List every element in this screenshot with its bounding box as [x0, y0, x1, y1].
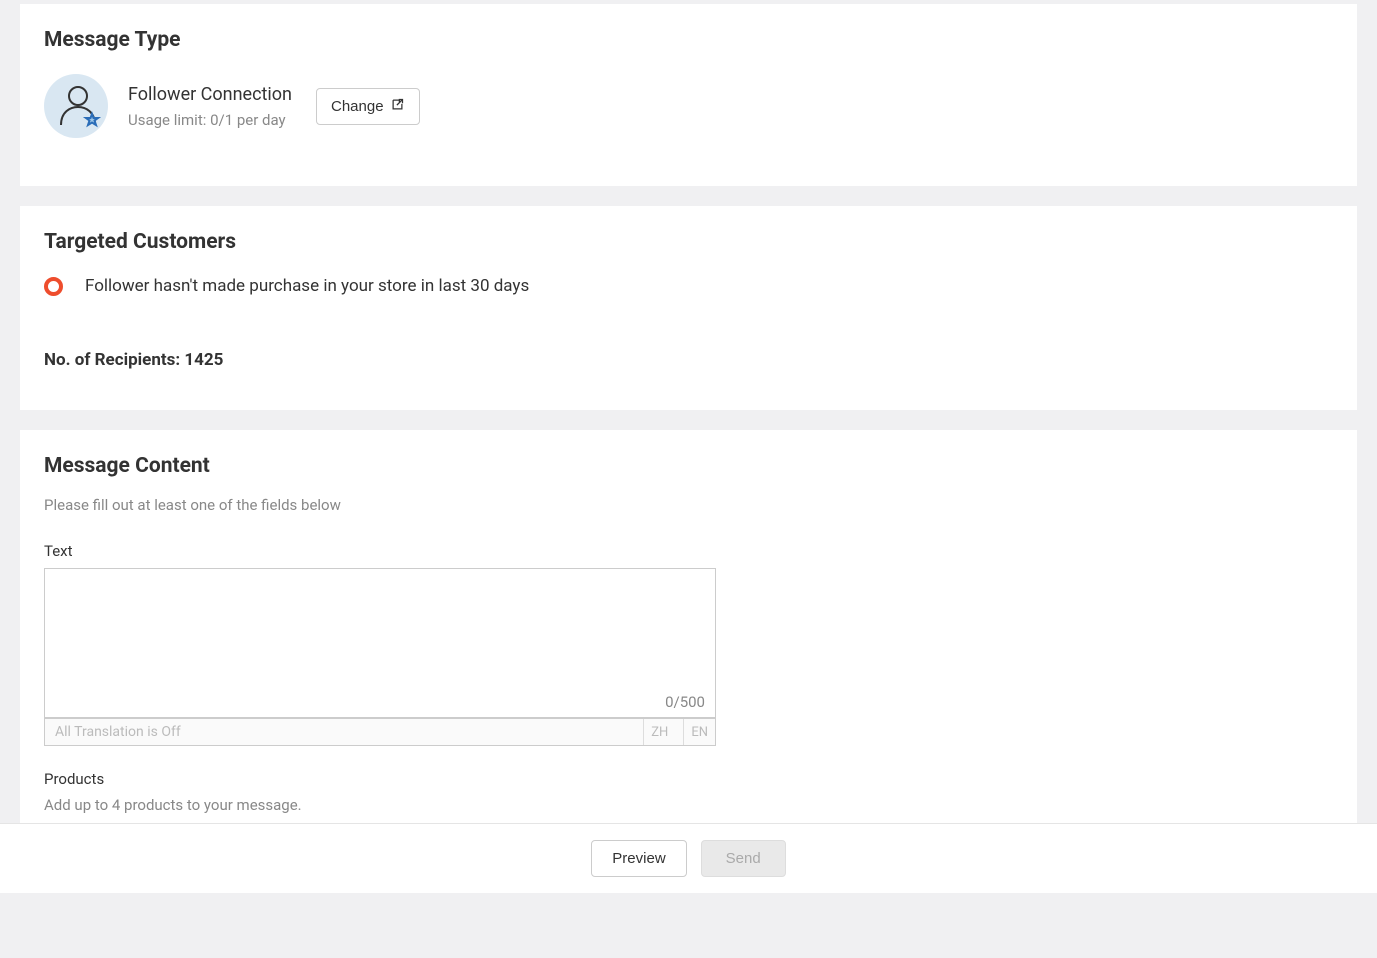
targeted-option-label: Follower hasn't made purchase in your st…	[85, 276, 529, 296]
section-title-message-type: Message Type	[44, 28, 1333, 52]
open-external-icon	[390, 97, 405, 116]
products-hint: Add up to 4 products to your message.	[44, 796, 1333, 814]
char-counter: 0/500	[45, 693, 715, 717]
section-message-content: Message Content Please fill out at least…	[20, 430, 1357, 838]
text-editor: 0/500	[44, 568, 716, 718]
message-type-name: Follower Connection	[128, 84, 292, 105]
message-text-input[interactable]	[45, 569, 715, 689]
lang-zh-button[interactable]: ZH	[643, 719, 675, 745]
targeted-option-radio[interactable]	[44, 277, 63, 296]
translation-status: All Translation is Off	[55, 724, 635, 740]
message-type-usage: Usage limit: 0/1 per day	[128, 111, 292, 129]
content-subtext: Please fill out at least one of the fiel…	[44, 496, 1333, 514]
lang-en-button[interactable]: EN	[683, 719, 715, 745]
preview-button[interactable]: Preview	[591, 840, 686, 877]
section-title-content: Message Content	[44, 454, 1333, 478]
message-type-row: Follower Connection Usage limit: 0/1 per…	[44, 74, 1333, 138]
change-message-type-button[interactable]: Change	[316, 88, 420, 125]
change-button-label: Change	[331, 98, 384, 115]
footer-actions: Preview Send	[0, 823, 1377, 893]
targeted-option-row: Follower hasn't made purchase in your st…	[44, 276, 1333, 296]
text-field-label: Text	[44, 542, 1333, 560]
send-button[interactable]: Send	[701, 840, 786, 877]
translation-bar: All Translation is Off ZH EN	[44, 718, 716, 746]
section-targeted-customers: Targeted Customers Follower hasn't made …	[20, 206, 1357, 410]
recipients-count: No. of Recipients: 1425	[44, 350, 1333, 370]
products-block: Products Add up to 4 products to your me…	[44, 770, 1333, 814]
section-title-targeted: Targeted Customers	[44, 230, 1333, 254]
message-type-info: Follower Connection Usage limit: 0/1 per…	[128, 84, 292, 129]
products-label: Products	[44, 770, 1333, 788]
follower-avatar-icon	[44, 74, 108, 138]
section-message-type: Message Type Follower Connection Usage l…	[20, 4, 1357, 186]
